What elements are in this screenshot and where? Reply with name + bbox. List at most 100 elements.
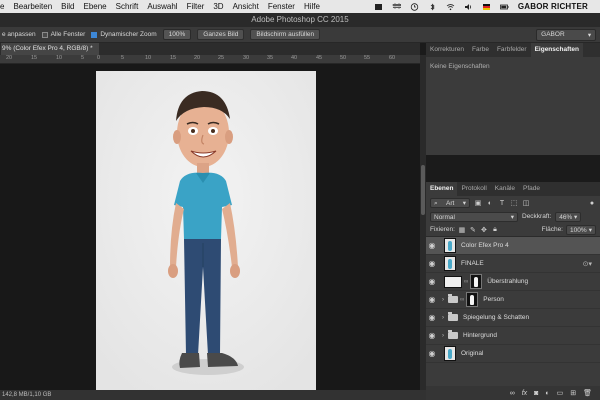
trash-icon[interactable]: 🗑︎ — [583, 389, 592, 397]
eye-icon[interactable]: ◉ — [426, 277, 438, 286]
smartobject-filter-icon[interactable]: ◫ — [522, 199, 530, 207]
kind-filter-dropdown[interactable]: ⌕ Art ▾ — [430, 198, 470, 208]
layer-name[interactable]: Original — [461, 350, 483, 357]
bluetooth-icon[interactable] — [428, 3, 437, 11]
adjustment-icon[interactable]: ◐ — [545, 390, 549, 397]
filter-toggle-icon[interactable]: ● — [588, 200, 596, 207]
layer-row[interactable]: ◉ ∞ Überstrahlung — [426, 273, 600, 291]
tab-kanaele[interactable]: Kanäle — [491, 182, 519, 196]
lock-all-icon[interactable]: 🔒︎ — [491, 226, 499, 234]
battery-icon[interactable] — [499, 3, 509, 11]
volume-icon[interactable] — [464, 3, 473, 11]
smart-filter-icon[interactable]: ⊙▾ — [583, 260, 592, 268]
tab-protokoll[interactable]: Protokoll — [457, 182, 490, 196]
opacity-field[interactable]: 46% ▾ — [555, 211, 582, 222]
layer-row[interactable]: ◉ › ∞ Person — [426, 291, 600, 309]
tab-pfade[interactable]: Pfade — [519, 182, 544, 196]
pixel-filter-icon[interactable]: ▣ — [474, 199, 482, 207]
chevron-down-icon: ▾ — [510, 213, 514, 221]
fill-screen-button[interactable]: Bildschirm ausfüllen — [250, 29, 321, 40]
layer-name[interactable]: Person — [483, 296, 504, 303]
tab-farbfelder[interactable]: Farbfelder — [493, 43, 531, 57]
eye-icon[interactable]: ◉ — [426, 349, 438, 358]
shape-filter-icon[interactable]: ⬚ — [510, 199, 518, 207]
fx-icon[interactable]: fx — [522, 390, 527, 397]
eye-icon[interactable]: ◉ — [426, 241, 438, 250]
layer-name[interactable]: FINALE — [461, 260, 484, 267]
chevron-right-icon[interactable]: › — [442, 297, 444, 303]
eye-icon[interactable]: ◉ — [426, 313, 438, 322]
scrollbar-thumb[interactable] — [421, 165, 425, 215]
ruler-tick: 0 — [97, 55, 101, 61]
new-layer-icon[interactable]: ⊞ — [570, 389, 576, 397]
layer-name[interactable]: Hintergrund — [463, 332, 497, 339]
document-canvas[interactable] — [0, 64, 420, 390]
search-icon: ⌕ — [434, 200, 438, 207]
workspace-dropdown[interactable]: GABOR ▾ — [536, 28, 597, 41]
menu-filter[interactable]: Filter — [187, 2, 205, 11]
fill-value: 100% — [570, 226, 587, 234]
group-icon[interactable]: ▭ — [557, 389, 564, 397]
opacity-value: 46% — [559, 213, 573, 221]
layer-name[interactable]: Color Efex Pro 4 — [461, 242, 509, 249]
blend-mode-dropdown[interactable]: Normal ▾ — [430, 211, 518, 222]
whole-image-button[interactable]: Ganzes Bild — [197, 29, 245, 40]
menu-ebene[interactable]: Ebene — [84, 2, 107, 11]
all-windows-checkbox[interactable]: Alle Fenster — [41, 31, 85, 38]
doc-size-text: 142,8 MB/1,10 GB — [2, 392, 52, 398]
dynamic-zoom-checkbox[interactable]: Dynamischer Zoom — [91, 31, 157, 38]
tab-farbe[interactable]: Farbe — [468, 43, 493, 57]
dropbox-icon[interactable] — [391, 3, 401, 11]
layer-row[interactable]: ◉ Color Efex Pro 4 — [426, 237, 600, 255]
menu-bild[interactable]: Bild — [61, 2, 74, 11]
checkbox-box[interactable] — [41, 31, 48, 38]
menu-bearbeiten[interactable]: Bearbeiten — [13, 2, 52, 11]
layer-row[interactable]: ◉ Original — [426, 345, 600, 363]
eye-icon[interactable]: ◉ — [426, 259, 438, 268]
layer-row[interactable]: ◉ › Spiegelung & Schatten — [426, 309, 600, 327]
ruler-tick: 55 — [364, 55, 371, 61]
flag-icon[interactable] — [482, 3, 491, 11]
layer-name[interactable]: Spiegelung & Schatten — [463, 314, 529, 321]
menu-auswahl[interactable]: Auswahl — [147, 2, 177, 11]
checkbox-box-checked[interactable] — [91, 31, 98, 38]
menu-ansicht[interactable]: Ansicht — [233, 2, 259, 11]
chevron-right-icon[interactable]: › — [442, 333, 444, 339]
chevron-right-icon[interactable]: › — [442, 315, 444, 321]
menu-hilfe[interactable]: Hilfe — [304, 2, 320, 11]
menu-3d[interactable]: 3D — [213, 2, 223, 11]
app-title: Adobe Photoshop CC 2015 — [0, 13, 600, 27]
layer-name[interactable]: Überstrahlung — [487, 278, 528, 285]
fill-field[interactable]: 100% ▾ — [566, 224, 596, 235]
clock-icon[interactable] — [410, 2, 419, 11]
chain-link-icon[interactable]: ∞ — [460, 297, 464, 303]
eye-icon[interactable]: ◉ — [426, 295, 438, 304]
tab-ebenen[interactable]: Ebenen — [426, 182, 458, 196]
menubar-username[interactable]: GABOR RICHTER — [518, 2, 588, 11]
tab-korrekturen[interactable]: Korrekturen — [426, 43, 468, 57]
menu-file-partial[interactable]: e — [0, 2, 4, 11]
dynamic-zoom-label: Dynamischer Zoom — [100, 31, 157, 38]
document-tab[interactable]: 9% (Color Efex Pro 4, RGB/8) * — [1, 43, 99, 55]
layer-mask-thumbnail[interactable] — [466, 292, 479, 307]
chain-link-icon[interactable]: ∞ — [464, 279, 468, 285]
eye-icon[interactable]: ◉ — [426, 331, 438, 340]
mask-icon[interactable]: ◙ — [534, 390, 538, 397]
zoom-field[interactable]: 100% — [162, 29, 192, 40]
layer-row[interactable]: ◉ FINALE ⊙▾ — [426, 255, 600, 273]
artboard[interactable] — [96, 71, 316, 390]
layer-row[interactable]: ◉ › Hintergrund — [426, 327, 600, 345]
layer-mask-thumbnail[interactable] — [470, 274, 483, 289]
tab-eigenschaften[interactable]: Eigenschaften — [530, 43, 584, 57]
link-icon[interactable]: ∞ — [510, 390, 515, 397]
lock-move-icon[interactable]: ✥ — [480, 226, 488, 234]
wifi-icon[interactable] — [446, 3, 455, 11]
menu-fenster[interactable]: Fenster — [268, 2, 295, 11]
fit-windows-label[interactable]: e anpassen — [2, 31, 36, 38]
lock-brush-icon[interactable]: ✎ — [469, 226, 477, 234]
adjustment-filter-icon[interactable]: ◐ — [486, 200, 494, 207]
menu-schrift[interactable]: Schrift — [116, 2, 139, 11]
type-filter-icon[interactable]: T — [498, 200, 506, 207]
app-icon[interactable] — [374, 3, 383, 11]
lock-transparency-icon[interactable]: ▦ — [458, 226, 466, 234]
